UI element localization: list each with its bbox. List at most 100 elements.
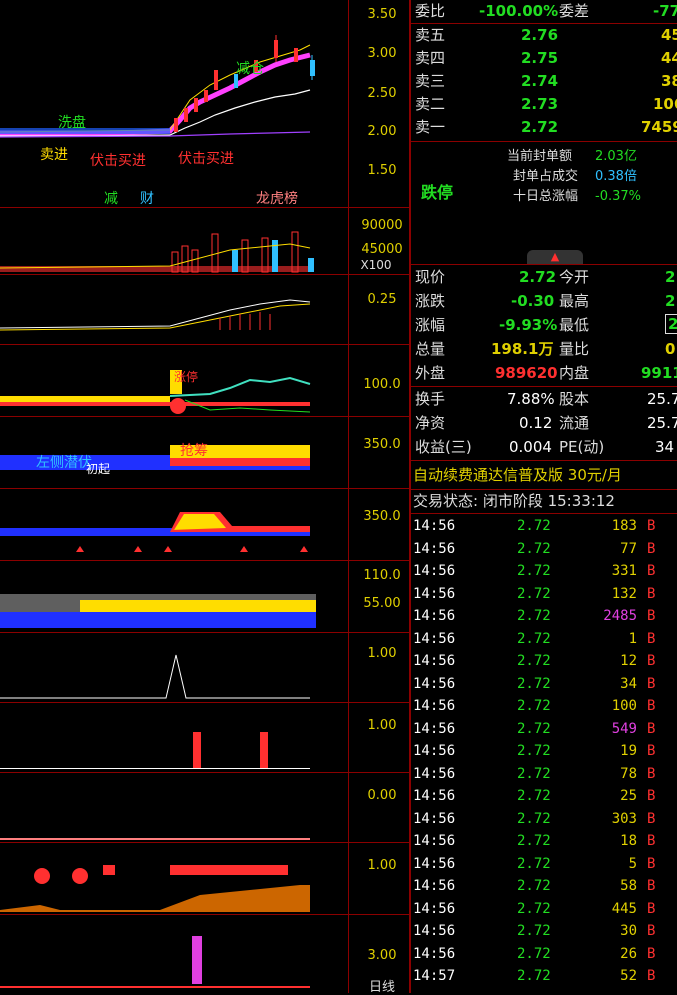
ambush-buy-label-1: 伏击买进 xyxy=(90,153,146,169)
sell-volume: 106 xyxy=(653,95,677,113)
tick-side: B xyxy=(647,563,656,579)
tick-time: 14:56 xyxy=(413,698,456,714)
volume-bars xyxy=(0,231,314,273)
sell-price: 2.76 xyxy=(521,26,559,44)
axis-label: 2.00 xyxy=(367,124,397,139)
quote-value: 25.7 xyxy=(647,414,677,432)
axis-label: 110.0 xyxy=(363,568,401,583)
tick-side: B xyxy=(647,585,656,602)
tick-time: 14:56 xyxy=(413,765,456,782)
trade-status-row: 交易状态: 闭市阶段 15:33:12 xyxy=(411,490,677,512)
tick-volume: 549 xyxy=(611,720,637,737)
tick-side: B xyxy=(647,653,656,669)
dragon-tiger-label: 龙虎榜 xyxy=(256,191,298,207)
tick-price: 2.72 xyxy=(517,923,551,939)
quote-value: 2.72 xyxy=(519,268,557,286)
tick-price: 2.72 xyxy=(517,788,551,804)
quote-row: 收益(三) 0.004 PE(动) 34 xyxy=(411,436,677,458)
quote-value: 2 xyxy=(665,292,676,310)
tick-volume: 26 xyxy=(620,945,637,962)
weibi-row: 委比 -100.00% 委差 -77 xyxy=(411,0,677,22)
seal-ratio-label: 封单占成交 xyxy=(513,169,579,184)
sell-level-label: 卖一 xyxy=(415,118,446,136)
tick-price: 2.72 xyxy=(517,878,551,894)
sell-price: 2.72 xyxy=(521,118,559,136)
sell-in-label: 卖进 xyxy=(40,147,68,163)
wealth-label: 财 xyxy=(140,191,154,207)
sell-price: 2.75 xyxy=(521,49,559,67)
quote-value: 0.12 xyxy=(519,414,553,432)
tick-side: B xyxy=(647,788,656,804)
weicha-value: -77 xyxy=(653,2,677,20)
tick-row: 14:56 2.72 26 B xyxy=(411,943,677,966)
tick-row: 14:56 2.72 549 B xyxy=(411,718,677,741)
tick-volume: 303 xyxy=(611,810,637,827)
tick-price: 2.72 xyxy=(517,630,551,647)
wash-label: 洗盘 xyxy=(58,115,86,131)
tick-price: 2.72 xyxy=(517,518,551,534)
quote-row: 净资 0.12 流通 25.7 xyxy=(411,412,677,434)
tick-row: 14:56 2.72 183 B xyxy=(411,515,677,538)
sell-row[interactable]: 卖一 2.72 7459 xyxy=(411,116,677,138)
sell-row[interactable]: 卖五 2.76 45 xyxy=(411,24,677,46)
tick-time: 14:56 xyxy=(413,788,456,804)
tick-price: 2.72 xyxy=(517,720,551,737)
ambush-buy-label-2: 伏击买进 xyxy=(178,151,234,167)
tick-price: 2.72 xyxy=(517,675,551,692)
axis-label: 45000 xyxy=(361,242,403,257)
tick-time: 14:56 xyxy=(413,900,456,917)
tick-row: 14:56 2.72 132 B xyxy=(411,583,677,606)
sell-row[interactable]: 卖四 2.75 44 xyxy=(411,47,677,69)
quote-row: 外盘 989620 内盘 9911 xyxy=(411,362,677,384)
tick-side: B xyxy=(647,878,656,894)
tick-side: B xyxy=(647,810,656,827)
tick-time: 14:56 xyxy=(413,608,456,624)
sell-row[interactable]: 卖二 2.73 106 xyxy=(411,93,677,115)
quote-row: 现价 2.72 今开 2 xyxy=(411,266,677,288)
quote-label: 外盘 xyxy=(415,364,446,382)
ad-banner[interactable]: 自动续费通达信普及版 30元/月 xyxy=(413,462,622,488)
tick-row: 14:56 2.72 18 B xyxy=(411,830,677,853)
tick-side: B xyxy=(647,630,656,647)
ten-day-row: 十日总涨幅 -0.37% xyxy=(411,186,677,208)
tick-side: B xyxy=(647,518,656,534)
tick-volume: 30 xyxy=(620,923,637,939)
tick-volume: 100 xyxy=(611,698,637,714)
tick-price: 2.72 xyxy=(517,563,551,579)
tick-list[interactable]: 14:56 2.72 183 B 14:56 2.72 77 B 14:56 2.72 331 B 14… xyxy=(411,515,677,993)
seal-ratio-value: 0.38倍 xyxy=(595,169,637,184)
tick-time: 14:56 xyxy=(413,833,456,849)
collapse-handle[interactable]: ▲ xyxy=(527,250,583,264)
quote-value: -9.93% xyxy=(499,316,558,334)
sell-level-label: 卖三 xyxy=(415,72,446,90)
axis-label: 350.0 xyxy=(363,437,401,452)
tick-row: 14:56 2.72 25 B xyxy=(411,785,677,808)
tick-price: 2.72 xyxy=(517,945,551,962)
axis-label: 1.00 xyxy=(367,646,397,661)
tick-side: B xyxy=(647,945,656,962)
period-label[interactable]: 日线 xyxy=(356,976,408,995)
quote-label: PE(动) xyxy=(559,438,605,456)
quote-value: 25.7 xyxy=(647,390,677,408)
tick-price: 2.72 xyxy=(517,698,551,714)
reduce-position-label: 减仓 xyxy=(236,61,264,77)
sell-row[interactable]: 卖三 2.74 38 xyxy=(411,70,677,92)
axis-label: 1.50 xyxy=(367,163,397,178)
tick-volume: 445 xyxy=(611,900,637,917)
tick-price: 2.72 xyxy=(517,585,551,602)
kline-chart-area[interactable]: 洗盘 卖进 伏击买进 伏击买进 减 财 龙虎榜 减仓 左侧潜伏 初起 抢筹 涨停… xyxy=(0,0,410,995)
ad-banner-row[interactable]: 自动续费通达信普及版 30元/月 xyxy=(411,462,677,488)
tick-time: 14:56 xyxy=(413,585,456,602)
tick-time: 14:56 xyxy=(413,878,456,894)
weibi-value: -100.00% xyxy=(479,2,559,20)
tick-time: 14:56 xyxy=(413,540,456,557)
trade-status: 交易状态: 闭市阶段 15:33:12 xyxy=(413,492,615,510)
tick-side: B xyxy=(647,900,656,917)
seal-amount-value: 2.03亿 xyxy=(595,149,637,164)
quote-value: 9911 xyxy=(641,364,677,382)
candlesticks xyxy=(0,35,315,134)
up-limit-label: 涨停 xyxy=(174,370,199,384)
quote-value: 989620 xyxy=(495,364,558,382)
tick-row: 14:56 2.72 5 B xyxy=(411,853,677,876)
tick-time: 14:56 xyxy=(413,855,456,872)
